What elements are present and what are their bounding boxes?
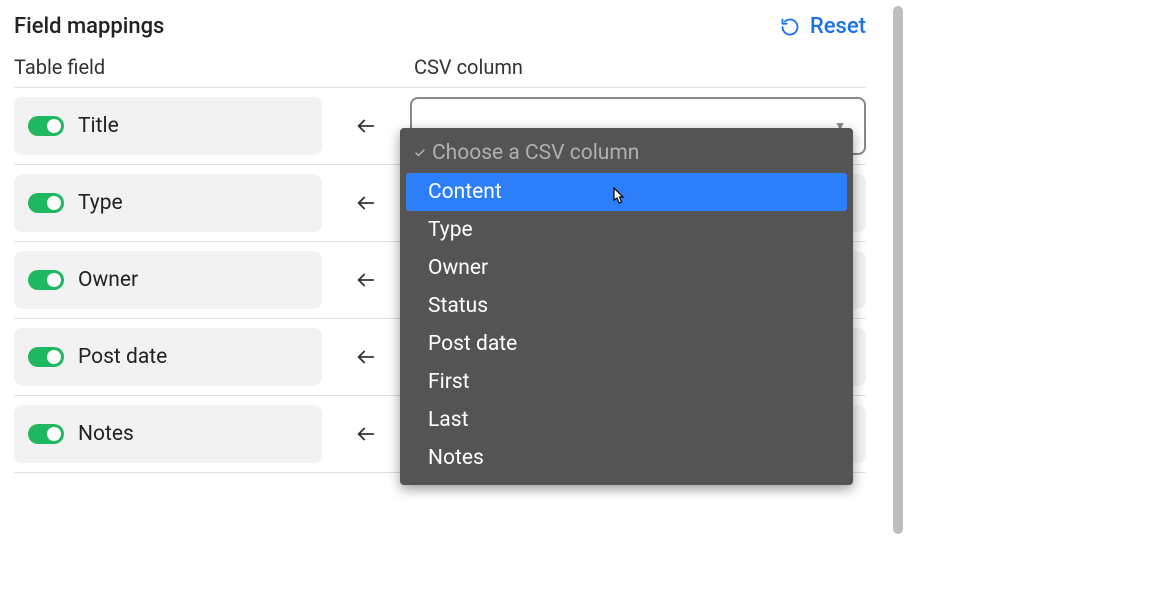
field-label: Title	[78, 114, 119, 138]
dropdown-item-last[interactable]: Last	[406, 401, 847, 439]
arrow-left-icon	[322, 192, 410, 214]
arrow-left-icon	[322, 269, 410, 291]
dropdown-placeholder: Choose a CSV column	[400, 128, 853, 173]
reset-label: Reset	[810, 14, 866, 39]
field-label: Type	[78, 191, 123, 215]
arrow-left-icon	[322, 115, 410, 137]
table-field-header: Table field	[14, 55, 334, 79]
toggle-post-date[interactable]	[28, 347, 64, 367]
dropdown-item-content[interactable]: Content	[406, 173, 847, 211]
csv-column-dropdown[interactable]: Choose a CSV column Content Type Owner S…	[400, 128, 853, 485]
field-label: Post date	[78, 345, 167, 369]
field-label: Owner	[78, 268, 138, 292]
toggle-type[interactable]	[28, 193, 64, 213]
field-label: Notes	[78, 422, 134, 446]
dropdown-placeholder-text: Choose a CSV column	[432, 141, 639, 165]
field-box-title: Title	[14, 97, 322, 155]
undo-icon	[780, 17, 800, 37]
toggle-owner[interactable]	[28, 270, 64, 290]
arrow-left-icon	[322, 346, 410, 368]
field-box-type: Type	[14, 174, 322, 232]
reset-button[interactable]: Reset	[780, 14, 866, 39]
csv-column-header: CSV column	[414, 55, 523, 79]
toggle-title[interactable]	[28, 116, 64, 136]
dropdown-item-owner[interactable]: Owner	[406, 249, 847, 287]
field-box-post-date: Post date	[14, 328, 322, 386]
dropdown-item-first[interactable]: First	[406, 363, 847, 401]
dropdown-item-notes[interactable]: Notes	[406, 439, 847, 477]
scrollbar[interactable]	[893, 6, 903, 534]
field-box-notes: Notes	[14, 405, 322, 463]
toggle-notes[interactable]	[28, 424, 64, 444]
dropdown-item-status[interactable]: Status	[406, 287, 847, 325]
section-title: Field mappings	[14, 14, 164, 39]
dropdown-item-type[interactable]: Type	[406, 211, 847, 249]
check-icon	[414, 141, 426, 165]
arrow-left-icon	[322, 423, 410, 445]
dropdown-item-post-date[interactable]: Post date	[406, 325, 847, 363]
field-box-owner: Owner	[14, 251, 322, 309]
